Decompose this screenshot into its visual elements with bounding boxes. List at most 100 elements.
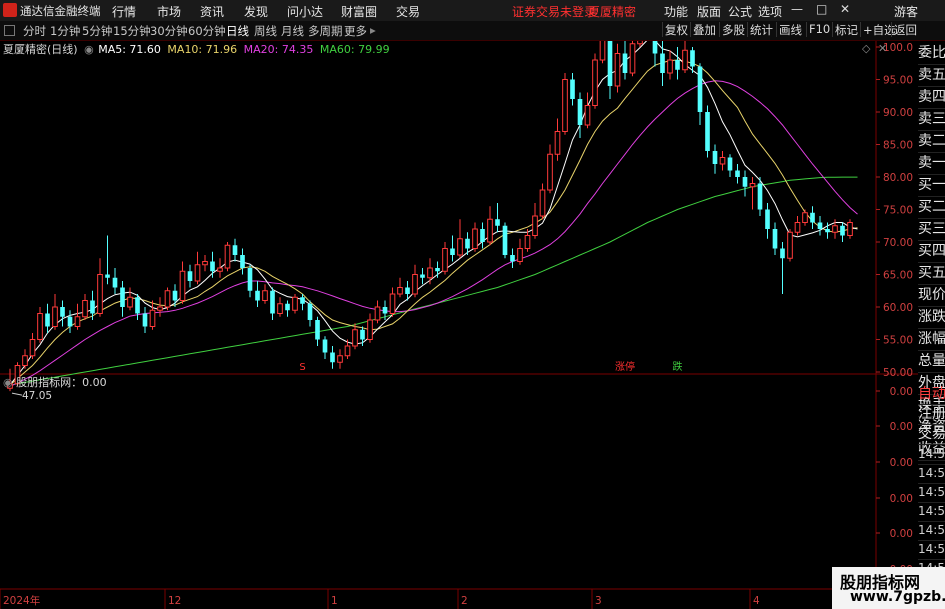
candle-body xyxy=(67,316,73,327)
candle xyxy=(495,203,500,233)
candle-body xyxy=(382,307,388,314)
timeline-label: 3 xyxy=(595,595,602,607)
chart-settings-icon[interactable]: ◇ xyxy=(862,42,870,55)
candle-body xyxy=(780,248,785,259)
layout-toggle-icon[interactable] xyxy=(4,25,15,36)
period-tab-1min[interactable]: 1分钟 xyxy=(50,23,80,39)
candle xyxy=(652,41,658,67)
candle-body xyxy=(202,261,208,266)
period-tab-60min[interactable]: 60分钟 xyxy=(188,23,226,39)
candle-body xyxy=(105,274,110,278)
indicator-toggle-icon[interactable]: ◉ xyxy=(3,376,13,389)
multi-stock-button[interactable]: 多股 xyxy=(719,22,747,37)
indicator-tick-label: 0.00 xyxy=(890,457,913,469)
indicator-tick-label: 0.00 xyxy=(890,386,913,398)
candle xyxy=(270,287,275,320)
draw-line-button[interactable]: 画线 xyxy=(776,22,804,37)
period-tab-5min[interactable]: 5分钟 xyxy=(82,23,112,39)
candle-body xyxy=(712,151,718,164)
candle xyxy=(502,222,508,259)
candle-body xyxy=(37,313,43,340)
menu-trade[interactable]: 交易 xyxy=(396,3,420,20)
period-tab-daily[interactable]: 日线 xyxy=(226,23,249,39)
active-stock-name[interactable]: 夏厦精密 xyxy=(588,3,636,20)
candle-body xyxy=(232,245,238,255)
candle xyxy=(727,154,733,177)
minimize-icon[interactable]: — xyxy=(791,2,803,16)
timeline-label: 2024年 xyxy=(3,594,40,607)
back-button[interactable]: 返回 xyxy=(891,22,919,37)
candle-body xyxy=(142,313,148,327)
stats-button[interactable]: 统计 xyxy=(747,22,775,37)
candle-body xyxy=(539,189,546,217)
candle-body xyxy=(592,59,598,106)
period-tab-monthly[interactable]: 月线 xyxy=(281,23,304,39)
candle-body xyxy=(607,41,613,86)
ma5-value: MA5: 71.60 xyxy=(98,43,161,56)
login-alert[interactable]: 证券交易未登录 xyxy=(512,3,596,20)
timeline-label: 1 xyxy=(331,595,338,607)
menu-wealth[interactable]: 财富圈 xyxy=(341,3,377,20)
menu-market[interactable]: 市场 xyxy=(157,3,181,20)
candle-body xyxy=(262,290,268,301)
sidebar-tab[interactable]: 交易 xyxy=(918,424,945,445)
timeline-label: 12 xyxy=(168,595,181,607)
candle-body xyxy=(157,306,163,311)
period-tab-weekly[interactable]: 周线 xyxy=(254,23,277,39)
ma-toggle-icon[interactable]: ◉ xyxy=(84,43,94,56)
period-tab-15min[interactable]: 15分钟 xyxy=(113,23,151,39)
menu-discover[interactable]: 发现 xyxy=(244,3,268,20)
mark-button[interactable]: 标记 xyxy=(832,22,860,37)
f10-button[interactable]: F10 xyxy=(806,22,832,37)
ma60-value: MA60: 79.99 xyxy=(319,43,390,56)
ma10-line xyxy=(9,59,858,386)
overlay-button[interactable]: 叠加 xyxy=(690,22,718,37)
candle-body xyxy=(727,157,733,171)
candle xyxy=(247,264,253,298)
low-price-label: 47.05 xyxy=(22,390,52,402)
candle-body xyxy=(450,248,455,255)
close-icon[interactable]: ✕ xyxy=(840,2,850,16)
period-tab-intraday[interactable]: 分时 xyxy=(23,23,46,39)
candle-body xyxy=(315,320,320,340)
candle xyxy=(90,290,95,320)
candle-body xyxy=(547,153,553,191)
adjust-button[interactable]: 复权 xyxy=(662,22,690,37)
sidebar-tab[interactable]: 自动 xyxy=(918,384,945,405)
candle-body xyxy=(277,303,283,314)
more-dropdown-icon[interactable]: ▸ xyxy=(370,23,376,37)
candle xyxy=(427,258,433,285)
candle xyxy=(794,216,801,236)
menu-news[interactable]: 资讯 xyxy=(200,3,224,20)
chart-close-icon[interactable]: ✕ xyxy=(878,42,887,55)
timeline-label: 2 xyxy=(461,595,468,607)
menu-assistant[interactable]: 问小达 xyxy=(287,3,323,20)
candle-body xyxy=(217,267,223,272)
candle-body xyxy=(397,287,403,295)
menu-quotes[interactable]: 行情 xyxy=(112,3,136,20)
candle-body xyxy=(307,303,313,320)
sidebar-label: 总量 xyxy=(918,350,945,373)
menu-formula[interactable]: 公式 xyxy=(728,3,752,20)
period-tab-30min[interactable]: 30分钟 xyxy=(150,23,188,39)
period-tab-multi[interactable]: 多周期 xyxy=(308,23,343,39)
sidebar-tab[interactable]: 注册 xyxy=(918,404,945,425)
menu-layout[interactable]: 版面 xyxy=(697,3,721,20)
candle-body xyxy=(749,183,756,188)
menu-options[interactable]: 选项 xyxy=(758,3,782,20)
sidebar-label: 委比 xyxy=(918,42,945,65)
candle-body xyxy=(300,297,305,304)
period-tab-more[interactable]: 更多 xyxy=(344,23,367,39)
candle xyxy=(840,222,845,242)
guest-user[interactable]: 游客 xyxy=(894,3,918,20)
candle-body xyxy=(532,215,538,236)
candle xyxy=(667,50,673,80)
menu-function[interactable]: 功能 xyxy=(664,3,688,20)
kline-chart[interactable]: 110.0105.0100.095.0090.0085.0080.0075.00… xyxy=(0,41,918,609)
maximize-icon[interactable]: □ xyxy=(816,2,827,16)
candle-body xyxy=(135,297,140,314)
candle xyxy=(37,307,43,343)
candle-body xyxy=(480,229,485,242)
candle-body xyxy=(435,268,440,272)
candle xyxy=(164,287,171,311)
